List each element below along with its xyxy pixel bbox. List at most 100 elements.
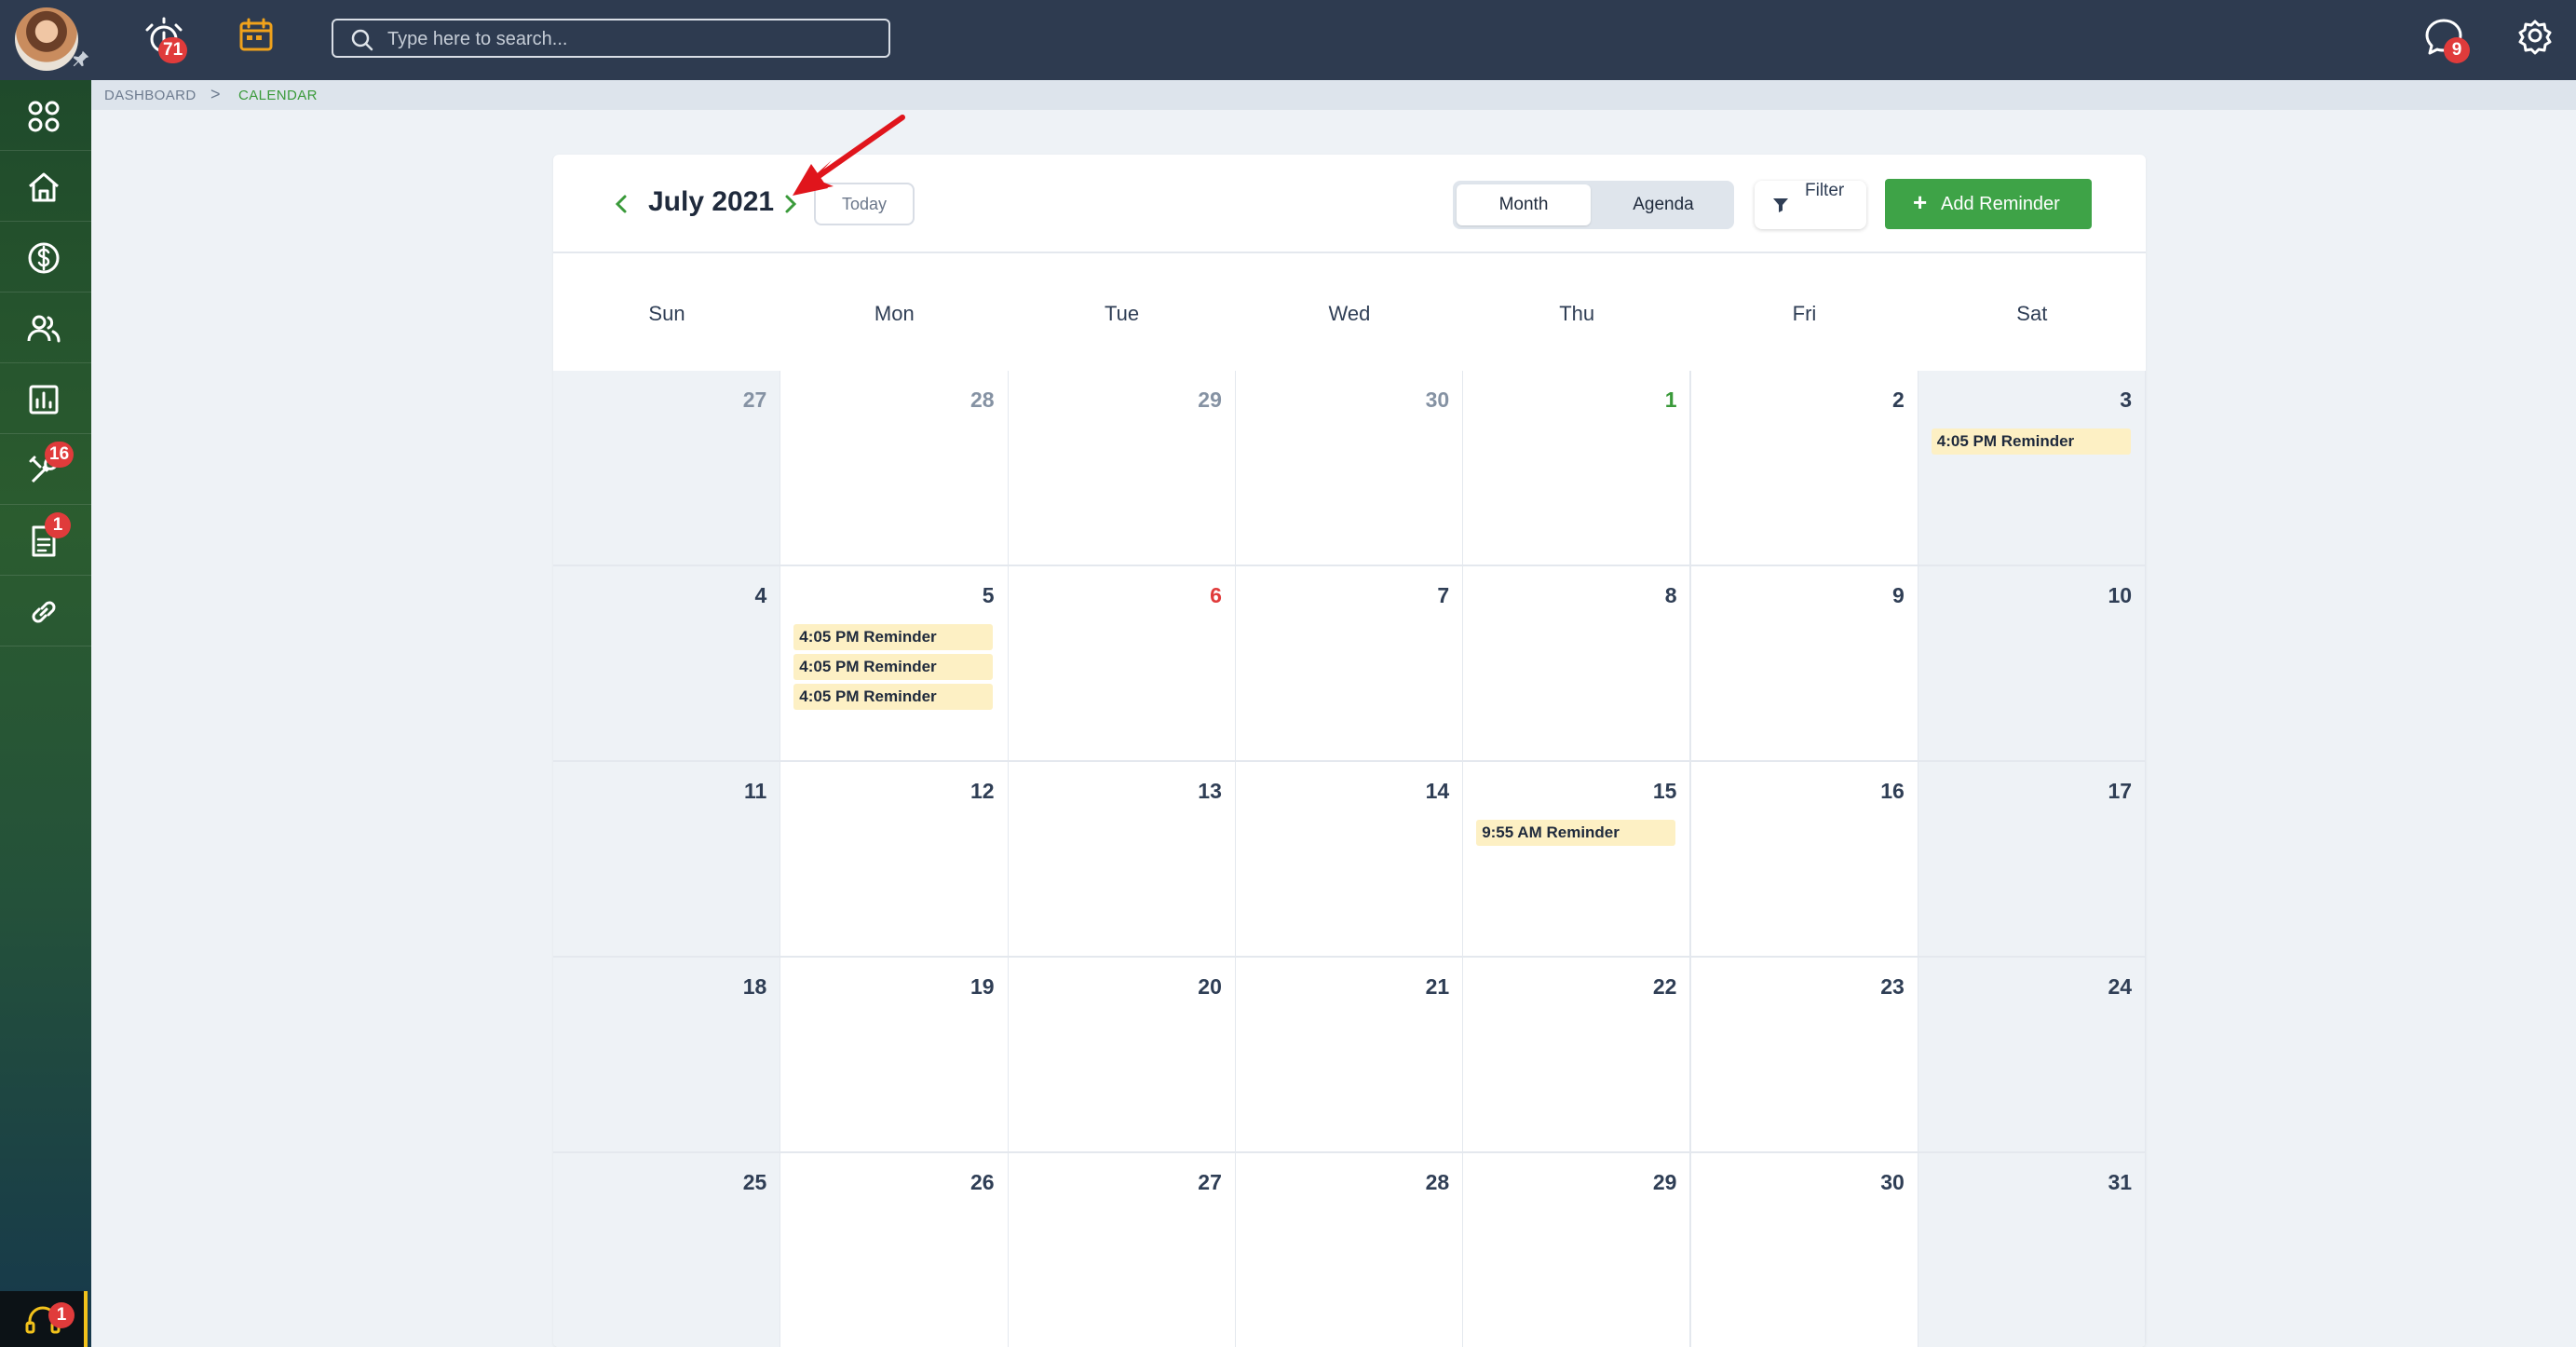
alarm-clock-icon[interactable]: 71 (142, 15, 190, 63)
day-cell[interactable]: 17 (1918, 762, 2146, 958)
day-cell[interactable]: 29 (1008, 371, 1237, 566)
day-cell[interactable]: 7 (1235, 566, 1465, 762)
day-cell[interactable]: 20 (1008, 958, 1237, 1153)
day-cell[interactable]: 16 (1690, 762, 1919, 958)
sidebar-item-tools[interactable]: 16 (0, 434, 91, 505)
day-number: 3 (2120, 388, 2133, 412)
day-number: 5 (982, 583, 995, 607)
day-number: 9 (1892, 583, 1905, 607)
today-button[interactable]: Today (814, 183, 915, 225)
search-input[interactable] (387, 26, 872, 52)
reminder-event[interactable]: 4:05 PM Reminder (793, 684, 994, 710)
weekday-thu: Thu (1559, 302, 1595, 325)
day-cell[interactable]: 3 4:05 PM Reminder (1918, 371, 2146, 566)
day-cell[interactable]: 12 (780, 762, 1010, 958)
day-cell[interactable]: 5 4:05 PM Reminder 4:05 PM Reminder 4:05 PM… (780, 566, 1010, 762)
link-icon (32, 601, 56, 623)
day-cell[interactable]: 22 (1463, 958, 1692, 1153)
day-number: 13 (1198, 779, 1222, 803)
reminder-event[interactable]: 4:05 PM Reminder (793, 654, 994, 680)
day-cell[interactable]: 29 (1463, 1153, 1692, 1347)
reminder-event[interactable]: 4:05 PM Reminder (793, 624, 994, 650)
day-cell[interactable]: 24 (1918, 958, 2146, 1153)
day-number: 30 (1425, 388, 1450, 412)
month-view-button[interactable]: Month (1457, 184, 1591, 225)
sidebar-item-documents[interactable]: 1 (0, 505, 91, 576)
day-cell[interactable]: 26 (780, 1153, 1010, 1347)
day-cell[interactable]: 30 (1235, 371, 1465, 566)
day-cell[interactable]: 31 (1918, 1153, 2146, 1347)
day-cell[interactable]: 15 9:55 AM Reminder (1463, 762, 1692, 958)
support-button[interactable]: 1 (0, 1291, 88, 1347)
gear-icon[interactable] (2511, 15, 2559, 63)
day-number: 12 (970, 779, 995, 803)
add-reminder-label: Add Reminder (1941, 194, 2060, 214)
day-number: 22 (1652, 974, 1677, 999)
add-reminder-button[interactable]: + Add Reminder (1885, 179, 2092, 229)
day-number: 8 (1664, 583, 1677, 607)
day-number: 18 (742, 974, 767, 999)
day-cell[interactable]: 11 (553, 762, 782, 958)
day-cell[interactable]: 21 (1235, 958, 1465, 1153)
sidebar-item-reports[interactable] (0, 363, 91, 434)
day-number: 19 (970, 974, 995, 999)
weekday-header: Sun Mon Tue Wed Thu Fri Sat (553, 255, 2146, 376)
user-avatar[interactable] (15, 7, 78, 71)
filter-button[interactable]: Filter (1755, 181, 1866, 229)
day-cell[interactable]: 28 (1235, 1153, 1465, 1347)
day-cell[interactable]: 6 (1008, 566, 1237, 762)
day-number: 4 (754, 583, 767, 607)
day-number: 29 (1652, 1170, 1677, 1194)
day-cell[interactable]: 18 (553, 958, 782, 1153)
day-cell[interactable]: 19 (780, 958, 1010, 1153)
weekday-sat: Sat (2016, 302, 2048, 325)
day-cell[interactable]: 4 (553, 566, 782, 762)
day-number: 10 (2108, 583, 2133, 607)
day-number: 15 (1652, 779, 1677, 803)
day-number: 25 (742, 1170, 767, 1194)
day-cell[interactable]: 23 (1690, 958, 1919, 1153)
users-icon (27, 315, 61, 343)
day-number: 17 (2108, 779, 2133, 803)
sidebar-item-contacts[interactable] (0, 293, 91, 363)
day-cell[interactable]: 28 (780, 371, 1010, 566)
day-cell[interactable]: 8 (1463, 566, 1692, 762)
day-number: 20 (1198, 974, 1222, 999)
day-cell[interactable]: 13 (1008, 762, 1237, 958)
day-cell[interactable]: 27 (1008, 1153, 1237, 1347)
sidebar-item-home[interactable] (0, 151, 91, 222)
breadcrumb-dashboard[interactable]: DASHBOARD (104, 88, 197, 103)
day-cell[interactable]: 25 (553, 1153, 782, 1347)
month-title: July 2021 (648, 186, 775, 217)
day-cell[interactable]: 30 (1690, 1153, 1919, 1347)
day-cell[interactable]: 27 (553, 371, 782, 566)
day-cell[interactable]: 9 (1690, 566, 1919, 762)
day-cell[interactable]: 1 (1463, 371, 1692, 566)
day-number: 30 (1880, 1170, 1905, 1194)
day-number: 27 (742, 388, 767, 412)
sidebar-item-links[interactable] (0, 576, 91, 646)
reminder-event[interactable]: 9:55 AM Reminder (1476, 820, 1676, 846)
day-cell[interactable]: 10 (1918, 566, 2146, 762)
reminder-event[interactable]: 4:05 PM Reminder (1931, 429, 2131, 455)
tools-badge: 16 (45, 442, 75, 468)
day-number: 28 (1425, 1170, 1450, 1194)
day-number: 29 (1198, 388, 1222, 412)
day-number: 11 (743, 779, 767, 803)
sidebar: 16 1 (0, 80, 91, 1347)
next-month-button[interactable] (777, 190, 805, 218)
calendar-icon[interactable] (237, 15, 285, 63)
chat-icon[interactable]: 9 (2421, 15, 2470, 63)
day-number: 23 (1880, 974, 1905, 999)
weekday-sun: Sun (648, 302, 685, 325)
day-cell[interactable]: 14 (1235, 762, 1465, 958)
documents-badge: 1 (45, 512, 71, 538)
search-box[interactable] (332, 19, 890, 58)
sidebar-item-apps[interactable] (0, 80, 91, 151)
day-cell[interactable]: 2 (1690, 371, 1919, 566)
sidebar-item-finance[interactable] (0, 222, 91, 293)
day-number: 28 (970, 388, 995, 412)
prev-month-button[interactable] (607, 190, 635, 218)
calendar-card: July 2021 Today Month Agenda Filter + Ad… (553, 155, 2146, 1347)
agenda-view-button[interactable]: Agenda (1596, 184, 1730, 225)
